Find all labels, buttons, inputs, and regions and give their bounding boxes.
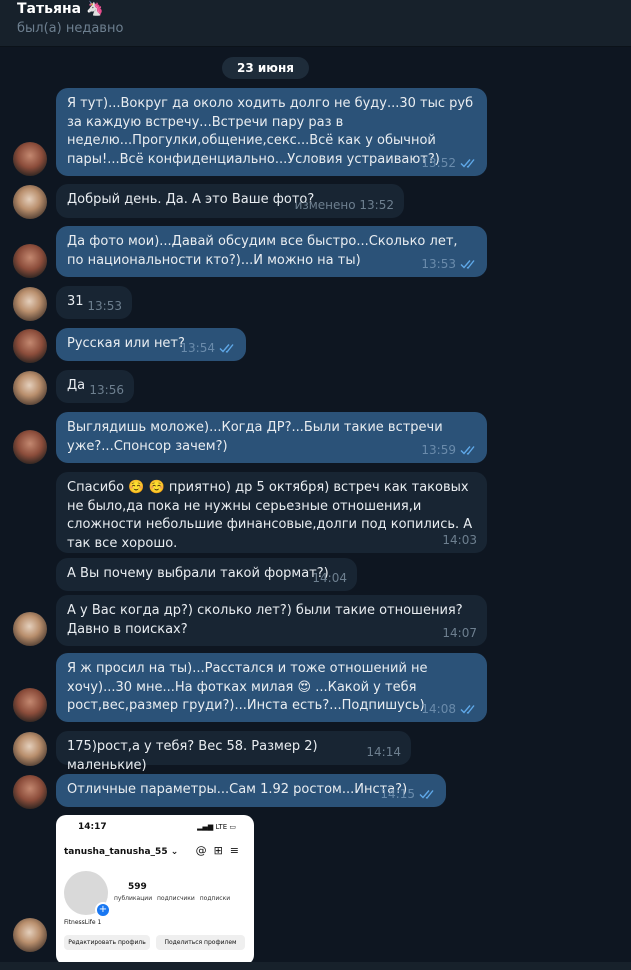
message-text: Добрый день. Да. А это Ваше фото? xyxy=(67,192,315,207)
photo-message[interactable]: 14:17 ▂▄▆ LTE ▭ tanusha_tanusha_55 ⌄ @⊞≡… xyxy=(56,815,254,962)
message-incoming[interactable]: А Вы почему выбрали такой формат?) 14:04 xyxy=(56,558,357,591)
message-text: 175)рост,а у тебя? Вес 58. Размер 2) мал… xyxy=(67,739,318,773)
network-label: LTE xyxy=(215,823,228,831)
menu-icon: ≡ xyxy=(229,844,246,857)
message-meta: 13:56 xyxy=(89,381,124,400)
avatar[interactable] xyxy=(13,688,47,722)
message-time: изменено 13:52 xyxy=(294,197,394,212)
instagram-actions: @⊞≡ xyxy=(196,844,246,857)
threads-icon: @ xyxy=(195,844,214,857)
date-separator: 23 июня xyxy=(222,57,309,79)
message-text: Отличные параметры...Сам 1.92 ростом...И… xyxy=(67,782,408,797)
message-meta: 14:07 xyxy=(442,624,477,643)
avatar[interactable] xyxy=(13,329,47,363)
message-outgoing[interactable]: Да фото мои)...Давай обсудим все быстро.… xyxy=(56,226,487,277)
message-incoming[interactable]: 31 13:53 xyxy=(56,286,132,319)
message-meta: 13:54 xyxy=(180,339,236,358)
message-text: Русская или нет? xyxy=(67,336,185,351)
phone-status: ▂▄▆ LTE ▭ xyxy=(197,823,236,831)
avatar[interactable] xyxy=(13,732,47,766)
double-check-icon xyxy=(460,445,475,455)
share-profile-button: Поделиться профилем xyxy=(156,935,245,950)
avatar[interactable] xyxy=(13,185,47,219)
add-icon: ⊞ xyxy=(213,844,230,857)
edit-profile-button: Редактировать профиль xyxy=(64,935,150,950)
message-incoming[interactable]: 175)рост,а у тебя? Вес 58. Размер 2) мал… xyxy=(56,731,411,773)
message-incoming[interactable]: Спасибо ☺️ ☺️ приятно) др 5 октября) вст… xyxy=(56,472,487,553)
message-text: Я тут)...Вокруг да около ходить долго не… xyxy=(67,96,474,167)
signal-icon: ▂▄▆ xyxy=(197,823,214,831)
message-meta: изменено 13:52 xyxy=(295,196,394,215)
message-list[interactable]: 23 июня Я тут)...Вокруг да около ходить … xyxy=(0,47,631,962)
message-outgoing[interactable]: Я тут)...Вокруг да около ходить долго не… xyxy=(56,88,487,176)
double-check-icon xyxy=(460,259,475,269)
bio-suffix: 1 xyxy=(97,919,102,926)
message-time: 14:07 xyxy=(442,625,477,640)
message-text: А у Вас когда др?) сколько лет?) были та… xyxy=(67,603,463,637)
message-text: А Вы почему выбрали такой формат?) xyxy=(67,566,329,581)
unicorn-icon: 🦄 xyxy=(85,1,104,17)
profile-stat-labels: публикации подписчики подписки xyxy=(114,895,231,902)
message-time: 13:56 xyxy=(89,382,124,397)
double-check-icon xyxy=(460,704,475,714)
plus-icon: + xyxy=(95,902,111,918)
message-meta: 13:52 xyxy=(421,154,477,173)
posts-count: 599 xyxy=(128,882,147,892)
message-text: Я ж просил на ты)...Расстался и тоже отн… xyxy=(67,661,428,713)
avatar[interactable] xyxy=(13,430,47,464)
message-meta: 13:53 xyxy=(421,255,477,274)
double-check-icon xyxy=(219,343,234,353)
username-text: tanusha_tanusha_55 xyxy=(64,847,168,857)
message-time: 13:54 xyxy=(180,340,215,355)
message-time: 14:08 xyxy=(421,701,456,716)
message-time: 13:53 xyxy=(87,298,122,313)
message-text: 31 xyxy=(67,294,84,309)
contact-name-text: Татьяна xyxy=(17,1,82,17)
message-time: 14:15 xyxy=(380,786,415,801)
phone-time: 14:17 xyxy=(78,822,107,832)
avatar[interactable] xyxy=(13,775,47,809)
message-incoming[interactable]: А у Вас когда др?) сколько лет?) были та… xyxy=(56,595,487,646)
contact-status: был(а) недавно xyxy=(17,21,124,36)
message-time: 13:53 xyxy=(421,256,456,271)
message-outgoing[interactable]: Я ж просил на ты)...Расстался и тоже отн… xyxy=(56,653,487,722)
chevron-down-icon: ⌄ xyxy=(170,847,179,857)
message-outgoing[interactable]: Русская или нет? 13:54 xyxy=(56,328,246,361)
composer-bar[interactable] xyxy=(0,962,631,970)
message-meta: 14:08 xyxy=(421,700,477,719)
bio-text: FitnessLife xyxy=(64,919,96,926)
message-meta: 14:04 xyxy=(312,569,347,588)
message-time: 13:52 xyxy=(421,155,456,170)
message-incoming[interactable]: Добрый день. Да. А это Ваше фото? измене… xyxy=(56,184,404,218)
chat-header[interactable]: Татьяна 🦄 был(а) недавно xyxy=(0,0,631,47)
message-text: Спасибо ☺️ ☺️ приятно) др 5 октября) вст… xyxy=(67,480,473,551)
avatar[interactable] xyxy=(13,244,47,278)
message-incoming[interactable]: Да 13:56 xyxy=(56,370,134,403)
avatar[interactable] xyxy=(13,371,47,405)
message-time: 13:59 xyxy=(421,442,456,457)
message-time: 14:04 xyxy=(312,570,347,585)
message-text: Выглядишь моложе)...Когда ДР?...Были так… xyxy=(67,420,443,454)
battery-icon: ▭ xyxy=(229,823,236,831)
message-outgoing[interactable]: Выглядишь моложе)...Когда ДР?...Были так… xyxy=(56,412,487,463)
instagram-username: tanusha_tanusha_55 ⌄ xyxy=(64,847,178,857)
contact-name[interactable]: Татьяна 🦄 xyxy=(17,1,103,17)
message-time: 14:14 xyxy=(366,744,401,759)
message-meta: 13:59 xyxy=(421,441,477,460)
message-text: Да xyxy=(67,378,86,393)
message-outgoing[interactable]: Отличные параметры...Сам 1.92 ростом...И… xyxy=(56,774,446,807)
avatar[interactable] xyxy=(13,918,47,952)
profile-bio: FitnessLife 1 xyxy=(64,919,101,926)
avatar[interactable] xyxy=(13,287,47,321)
message-meta: 14:03 xyxy=(442,531,477,550)
message-time: 14:03 xyxy=(442,532,477,547)
message-meta: 14:15 xyxy=(380,785,436,804)
avatar[interactable] xyxy=(13,142,47,176)
message-meta: 13:53 xyxy=(87,297,122,316)
avatar[interactable] xyxy=(13,612,47,646)
message-meta: 14:14 xyxy=(366,743,401,762)
double-check-icon xyxy=(460,158,475,168)
double-check-icon xyxy=(419,789,434,799)
message-text: Да фото мои)...Давай обсудим все быстро.… xyxy=(67,234,458,268)
